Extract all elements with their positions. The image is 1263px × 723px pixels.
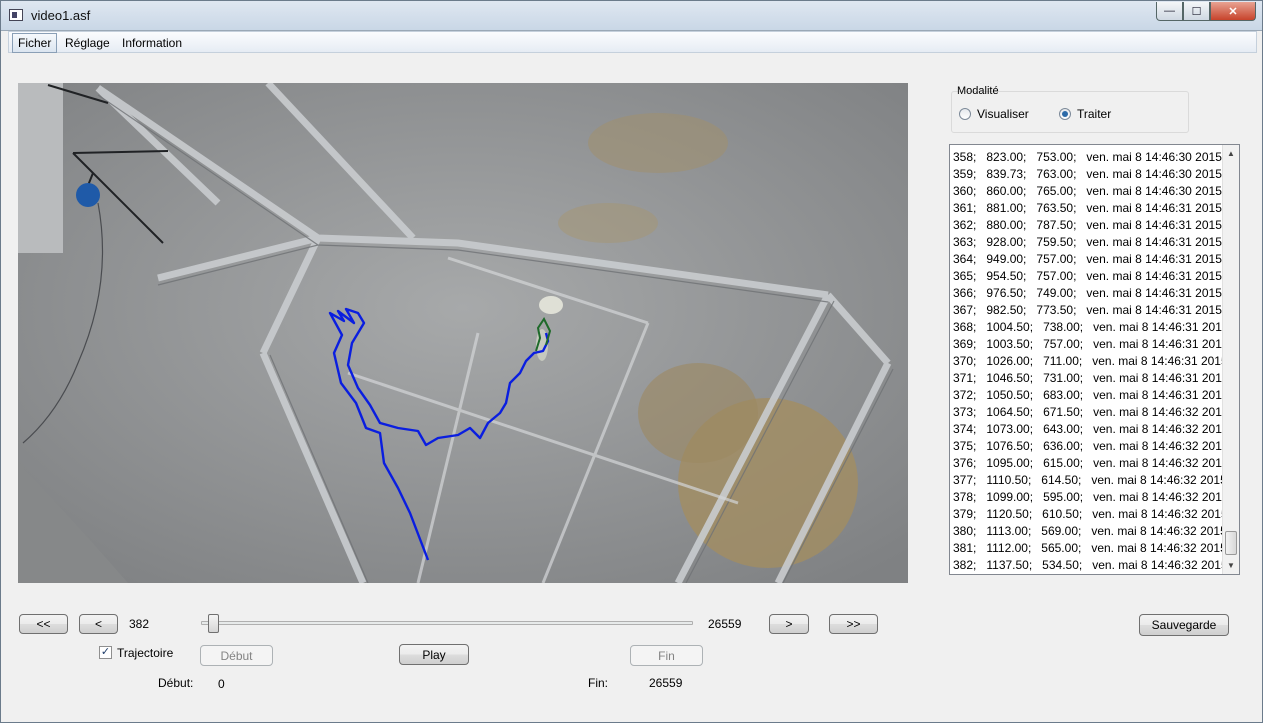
list-item[interactable]: 365; 954.50; 757.00; ven. mai 8 14:46:31… <box>950 268 1223 285</box>
start-caption: Début: <box>158 676 194 690</box>
menu-ficher[interactable]: Ficher <box>12 33 58 53</box>
straw-patch <box>638 363 758 463</box>
minimize-button[interactable]: — <box>1156 2 1183 21</box>
radio-visualiser-button[interactable] <box>959 108 971 120</box>
frame-slider-track[interactable] <box>201 621 693 625</box>
start-button[interactable]: Début <box>200 645 273 666</box>
previous-frame-button[interactable]: < <box>79 614 118 634</box>
frame-slider-thumb[interactable] <box>207 614 219 633</box>
list-item[interactable]: 379; 1120.50; 610.50; ven. mai 8 14:46:3… <box>950 506 1228 523</box>
list-item[interactable]: 377; 1110.50; 614.50; ven. mai 8 14:46:3… <box>950 472 1227 489</box>
radio-visualiser[interactable]: Visualiser <box>959 107 1029 121</box>
menu-information[interactable]: Information <box>117 34 187 52</box>
maximize-button[interactable]: ☐ <box>1183 2 1210 21</box>
list-item[interactable]: 374; 1073.00; 643.00; ven. mai 8 14:46:3… <box>950 421 1229 438</box>
end-button[interactable]: Fin <box>630 645 703 666</box>
list-item[interactable]: 369; 1003.50; 757.00; ven. mai 8 14:46:3… <box>950 336 1229 353</box>
rewind-button[interactable]: << <box>19 614 68 634</box>
list-item[interactable]: 368; 1004.50; 738.00; ven. mai 8 14:46:3… <box>950 319 1229 336</box>
close-button[interactable]: ✕ <box>1210 2 1256 21</box>
list-item[interactable]: 373; 1064.50; 671.50; ven. mai 8 14:46:3… <box>950 404 1229 421</box>
straw-patch <box>558 203 658 243</box>
trajectory-data-list[interactable]: 358; 823.00; 753.00; ven. mai 8 14:46:30… <box>949 144 1240 575</box>
list-item[interactable]: 367; 982.50; 773.50; ven. mai 8 14:46:31… <box>950 302 1223 319</box>
list-item[interactable]: 371; 1046.50; 731.00; ven. mai 8 14:46:3… <box>950 370 1229 387</box>
video-frame[interactable] <box>18 83 908 583</box>
list-item[interactable]: 362; 880.00; 787.50; ven. mai 8 14:46:31… <box>950 217 1223 234</box>
scroll-up-icon[interactable]: ▲ <box>1223 145 1239 162</box>
current-frame-number: 382 <box>129 617 150 631</box>
window-title: video1.asf <box>31 8 91 23</box>
list-item[interactable]: 381; 1112.00; 565.00; ven. mai 8 14:46:3… <box>950 540 1227 557</box>
radio-traiter-button[interactable] <box>1059 108 1071 120</box>
list-rows: 358; 823.00; 753.00; ven. mai 8 14:46:30… <box>950 149 1229 574</box>
modality-label: Modalité <box>957 85 999 97</box>
trajectory-checkbox-label: Trajectoire <box>117 646 174 660</box>
list-item[interactable]: 366; 976.50; 749.00; ven. mai 8 14:46:31… <box>950 285 1223 302</box>
list-item[interactable]: 382; 1137.50; 534.50; ven. mai 8 14:46:3… <box>950 557 1228 574</box>
radio-visualiser-label: Visualiser <box>977 107 1029 121</box>
list-item[interactable]: 375; 1076.50; 636.00; ven. mai 8 14:46:3… <box>950 438 1229 455</box>
menu-reglage[interactable]: Réglage <box>60 34 115 52</box>
end-caption: Fin: <box>588 676 609 690</box>
app-icon <box>9 9 23 21</box>
list-item[interactable]: 364; 949.00; 757.00; ven. mai 8 14:46:31… <box>950 251 1223 268</box>
radio-traiter-label: Traiter <box>1077 107 1112 121</box>
play-button[interactable]: Play <box>399 644 469 665</box>
video-scene <box>18 83 908 583</box>
list-item[interactable]: 376; 1095.00; 615.00; ven. mai 8 14:46:3… <box>950 455 1229 472</box>
list-item[interactable]: 360; 860.00; 765.00; ven. mai 8 14:46:30… <box>950 183 1223 200</box>
list-scrollbar[interactable]: ▲ ▼ <box>1222 145 1239 574</box>
total-frames-number: 26559 <box>708 617 742 631</box>
animal <box>539 296 563 314</box>
cable-reel <box>76 183 100 207</box>
window-controls: — ☐ ✕ <box>1156 2 1256 21</box>
application-window: video1.asf — ☐ ✕ Ficher Réglage Informat… <box>0 0 1263 723</box>
list-item[interactable]: 363; 928.00; 759.50; ven. mai 8 14:46:31… <box>950 234 1223 251</box>
list-item[interactable]: 358; 823.00; 753.00; ven. mai 8 14:46:30… <box>950 149 1223 166</box>
save-button[interactable]: Sauvegarde <box>1139 614 1229 636</box>
radio-traiter[interactable]: Traiter <box>1059 107 1111 121</box>
list-item[interactable]: 372; 1050.50; 683.00; ven. mai 8 14:46:3… <box>950 387 1229 404</box>
menu-bar: Ficher Réglage Information <box>8 31 1257 53</box>
fast-forward-button[interactable]: >> <box>829 614 878 634</box>
end-value: 26559 <box>649 676 683 690</box>
list-item[interactable]: 361; 881.00; 763.50; ven. mai 8 14:46:31… <box>950 200 1223 217</box>
next-frame-button[interactable]: > <box>769 614 809 634</box>
scroll-down-icon[interactable]: ▼ <box>1223 557 1239 574</box>
straw-patch <box>588 113 728 173</box>
list-item[interactable]: 378; 1099.00; 595.00; ven. mai 8 14:46:3… <box>950 489 1229 506</box>
wall <box>18 83 63 253</box>
trajectory-checkbox[interactable]: ✓ <box>99 646 112 659</box>
list-item[interactable]: 370; 1026.00; 711.00; ven. mai 8 14:46:3… <box>950 353 1228 370</box>
title-bar[interactable]: video1.asf — ☐ ✕ <box>1 1 1262 31</box>
start-value: 0 <box>218 677 225 691</box>
list-item[interactable]: 380; 1113.00; 569.00; ven. mai 8 14:46:3… <box>950 523 1227 540</box>
scroll-thumb[interactable] <box>1225 531 1237 555</box>
list-item[interactable]: 359; 839.73; 763.00; ven. mai 8 14:46:30… <box>950 166 1223 183</box>
